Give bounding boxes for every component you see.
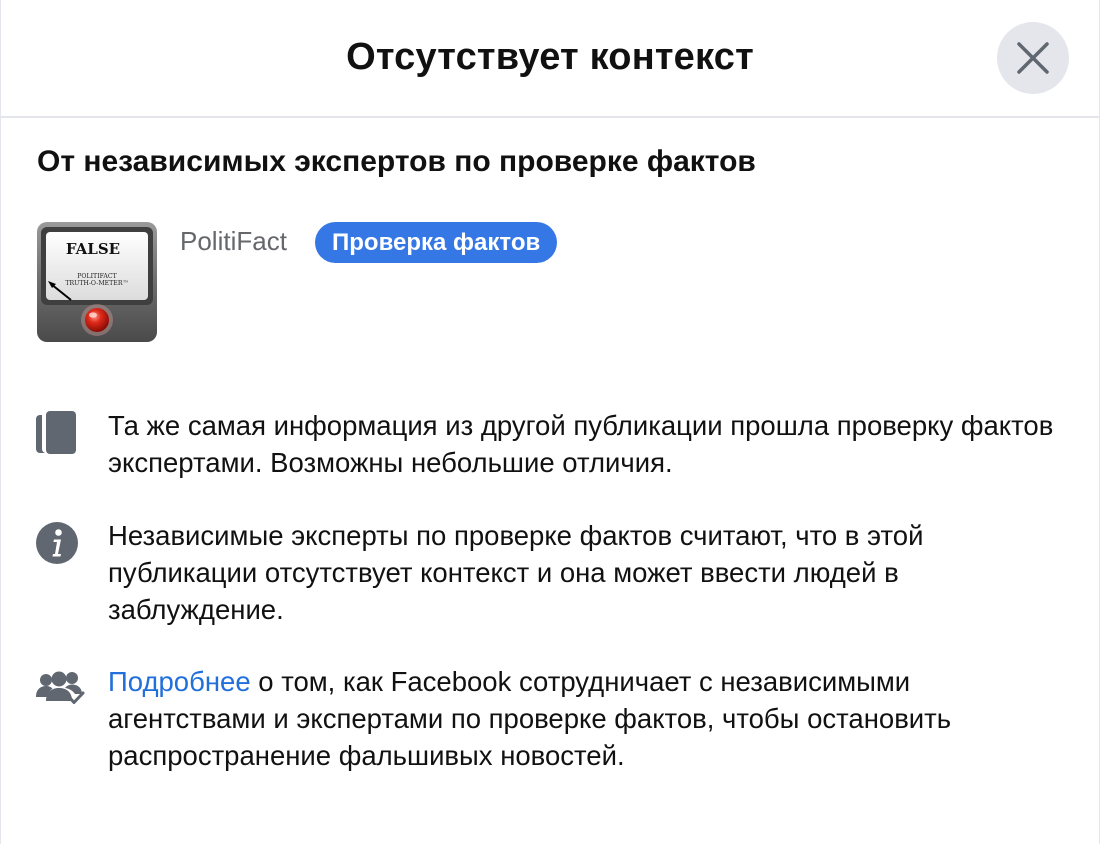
dialog-header: Отсутствует контекст [1, 0, 1099, 118]
info-text-copy: Та же самая информация из другой публика… [108, 410, 1054, 478]
truth-o-meter-image: FALSE POLITIFACT TRUTH-O-METER™ [37, 222, 157, 342]
dialog-title: Отсутствует контекст [346, 36, 754, 78]
meter-caption-line2: TRUTH-O-METER™ [65, 280, 128, 287]
fact-check-badge: Проверка фактов [315, 222, 558, 263]
fact-checker-name[interactable]: PolitiFact [180, 226, 287, 257]
section-subtitle: От независимых экспертов по проверке фак… [37, 145, 756, 178]
close-x-icon [1017, 42, 1049, 74]
info-text-learn-more: Подробнее о том, как Facebook сотруднича… [108, 663, 1068, 774]
people-check-icon [36, 671, 85, 704]
learn-more-link[interactable]: Подробнее [108, 666, 251, 697]
close-button[interactable] [997, 22, 1069, 94]
fact-check-dialog: Отсутствует контекст От независимых эксп… [0, 0, 1100, 844]
meter-caption-line1: POLITIFACT [77, 273, 117, 280]
meter-rating-label: FALSE [66, 240, 120, 258]
copy-icon [36, 411, 76, 454]
info-text-missing-context: Независимые эксперты по проверке фактов … [108, 520, 924, 625]
info-icon [36, 522, 78, 564]
